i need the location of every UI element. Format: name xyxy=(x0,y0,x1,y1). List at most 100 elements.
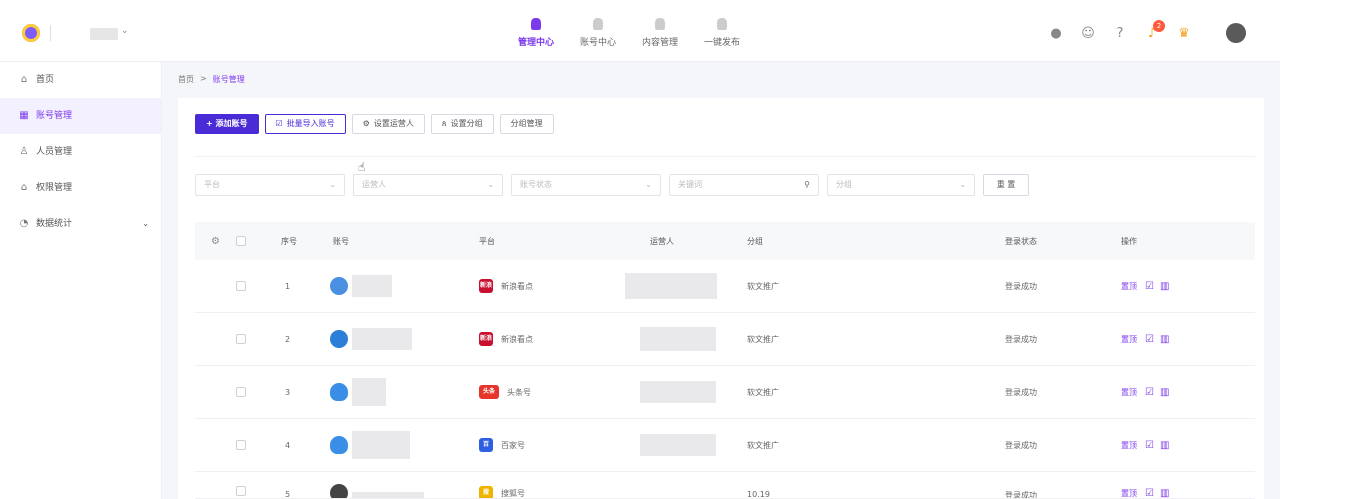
topnav-account-center[interactable]: 账号中心 xyxy=(567,18,629,48)
header-group: 分组 xyxy=(747,236,763,246)
chevron-down-icon: ⌄ xyxy=(329,180,336,189)
trash-icon[interactable]: ▥ xyxy=(1160,281,1169,292)
bell-icon[interactable]: ♪ 2 xyxy=(1136,20,1168,44)
table-row: 2 新浪 新浪看点 软文推广 登录成功 置顶 ☑ ▥ xyxy=(195,313,1255,366)
chevron-down-icon[interactable]: ⌄ xyxy=(121,26,129,36)
sidebar-item-data-statistics[interactable]: ◔ 数据统计 ⌄ xyxy=(0,206,161,242)
search-icon[interactable]: ⚲ xyxy=(804,175,810,195)
reset-button[interactable]: 重 置 xyxy=(983,174,1029,196)
actions-cell: 置顶 ☑ ▥ xyxy=(1121,260,1175,312)
sidebar-item-label: 账号管理 xyxy=(36,111,73,121)
row-checkbox[interactable] xyxy=(236,366,246,418)
help-icon[interactable]: ? xyxy=(1104,24,1136,44)
row-checkbox[interactable] xyxy=(236,260,246,312)
sidebar-item-label: 人员管理 xyxy=(36,147,73,157)
actions-cell: 置顶 ☑ ▥ xyxy=(1121,366,1175,418)
crown-icon[interactable]: ♛ xyxy=(1168,24,1200,44)
select-all-checkbox[interactable] xyxy=(236,222,246,260)
actions-cell: 置顶 ☑ ▥ xyxy=(1121,313,1175,365)
top-navigation: 管理中心 账号中心 内容管理 一键发布 xyxy=(505,18,753,48)
header-operator: 运营人 xyxy=(650,236,674,246)
status-placeholder: 账号状态 xyxy=(520,180,552,189)
edit-icon: ☑ xyxy=(275,119,283,128)
row-index: 5 xyxy=(285,490,291,499)
top-bar: ⌄ 管理中心 账号中心 内容管理 一键发布 ● ☺ ? ♪ 2 ♛ xyxy=(0,0,1280,62)
breadcrumb-home[interactable]: 首页 xyxy=(178,74,194,85)
toutiao-icon: 头条 xyxy=(479,385,499,399)
user-avatar[interactable] xyxy=(1226,23,1246,43)
group-select[interactable]: 分组 ⌄ xyxy=(827,174,975,196)
trash-icon[interactable]: ▥ xyxy=(1160,440,1169,451)
trash-icon[interactable]: ▥ xyxy=(1160,334,1169,345)
filter-bar: 平台 ⌄ 运营人 ⌄ 账号状态 ⌄ 关键词 ⚲ 分组 ⌄ 重 置 xyxy=(195,174,1029,196)
status-cell: 登录成功 xyxy=(1005,491,1037,499)
actions-cell: 置顶 ☑ ▥ xyxy=(1121,488,1175,498)
table-row: 1 新浪 新浪看点 软文推广 登录成功 置顶 ☑ ▥ xyxy=(195,260,1255,313)
platform-select[interactable]: 平台 ⌄ xyxy=(195,174,345,196)
trash-icon[interactable]: ▥ xyxy=(1160,488,1169,498)
workspace-name[interactable] xyxy=(90,28,118,40)
topnav-one-click-publish[interactable]: 一键发布 xyxy=(691,18,753,48)
account-name-blurred xyxy=(352,492,424,498)
status-cell: 登录成功 xyxy=(1005,334,1037,344)
toolbar: + 添加账号 ☑ 批量导入账号 ⚙ 设置运营人 ጰ 设置分组 分组管理 xyxy=(195,114,554,134)
pin-top-link[interactable]: 置顶 xyxy=(1121,440,1137,451)
sidebar-item-permission-management[interactable]: ⌂ 权限管理 xyxy=(0,170,161,206)
breadcrumb-separator: > xyxy=(200,74,207,83)
pin-top-link[interactable]: 置顶 xyxy=(1121,387,1137,398)
pin-top-link[interactable]: 置顶 xyxy=(1121,281,1137,292)
topnav-management-center[interactable]: 管理中心 xyxy=(505,18,567,48)
operator-blurred xyxy=(625,273,717,299)
account-name-blurred xyxy=(352,378,386,406)
trash-icon[interactable]: ▥ xyxy=(1160,387,1169,398)
operator-select[interactable]: 运营人 ⌄ xyxy=(353,174,503,196)
sidebar-item-label: 数据统计 xyxy=(36,219,73,229)
account-name-blurred xyxy=(352,431,410,459)
row-checkbox[interactable] xyxy=(236,486,246,496)
sidebar-item-account-management[interactable]: ▦ 账号管理 xyxy=(0,98,161,134)
content-card: + 添加账号 ☑ 批量导入账号 ⚙ 设置运营人 ጰ 设置分组 分组管理 ☝ 平台… xyxy=(178,98,1264,499)
edit-icon[interactable]: ☑ xyxy=(1145,387,1154,398)
pin-top-link[interactable]: 置顶 xyxy=(1121,488,1137,498)
sidebar-item-label: 首页 xyxy=(36,75,55,85)
set-operator-button[interactable]: ⚙ 设置运营人 xyxy=(351,114,425,134)
app-logo[interactable] xyxy=(22,24,40,42)
hand-cursor-icon: ☝ xyxy=(358,160,366,174)
edit-icon[interactable]: ☑ xyxy=(1145,488,1154,498)
platform-cell: 头条 头条号 xyxy=(479,366,531,418)
sidebar-item-home[interactable]: ⌂ 首页 xyxy=(0,62,161,98)
home-icon: ⌂ xyxy=(20,74,28,85)
status-cell: 登录成功 xyxy=(1005,440,1037,450)
platform-cell: 百 百家号 xyxy=(479,419,525,471)
sidebar-item-staff-management[interactable]: ♙ 人员管理 xyxy=(0,134,161,170)
row-checkbox[interactable] xyxy=(236,419,246,471)
bulk-import-button[interactable]: ☑ 批量导入账号 xyxy=(264,114,346,134)
topnav-content-management[interactable]: 内容管理 xyxy=(629,18,691,48)
group-cell: 软文推广 xyxy=(747,334,779,344)
sidebar: ⌂ 首页 ▦ 账号管理 ♙ 人员管理 ⌂ 权限管理 ◔ 数据统计 ⌄ xyxy=(0,62,162,499)
logo-divider xyxy=(50,25,51,41)
pin-top-link[interactable]: 置顶 xyxy=(1121,334,1137,345)
group-cell: 软文推广 xyxy=(747,387,779,397)
sina-icon: 新浪 xyxy=(479,279,493,293)
account-status-select[interactable]: 账号状态 ⌄ xyxy=(511,174,661,196)
group-manage-button[interactable]: 分组管理 xyxy=(499,114,554,134)
robot-icon[interactable]: ☺ xyxy=(1072,24,1104,44)
operator-blurred xyxy=(640,327,716,351)
keyword-placeholder: 关键词 xyxy=(678,180,702,189)
message-icon[interactable]: ● xyxy=(1040,24,1072,44)
group-cell: 软文推广 xyxy=(747,281,779,291)
keyword-input[interactable]: 关键词 ⚲ xyxy=(669,174,819,196)
edit-icon[interactable]: ☑ xyxy=(1145,334,1154,345)
add-account-button[interactable]: + 添加账号 xyxy=(195,114,259,134)
row-checkbox[interactable] xyxy=(236,313,246,365)
toolbar-divider xyxy=(195,156,1255,157)
table-header: ⚙ 序号 账号 平台 运营人 分组 登录状态 操作 xyxy=(195,222,1255,260)
chevron-down-icon: ⌄ xyxy=(487,180,494,189)
operator-cell xyxy=(640,366,716,418)
topnav-label: 管理中心 xyxy=(517,38,554,48)
set-group-button[interactable]: ጰ 设置分组 xyxy=(430,114,494,134)
edit-icon[interactable]: ☑ xyxy=(1145,281,1154,292)
edit-icon[interactable]: ☑ xyxy=(1145,440,1154,451)
gear-icon[interactable]: ⚙ xyxy=(211,222,220,260)
